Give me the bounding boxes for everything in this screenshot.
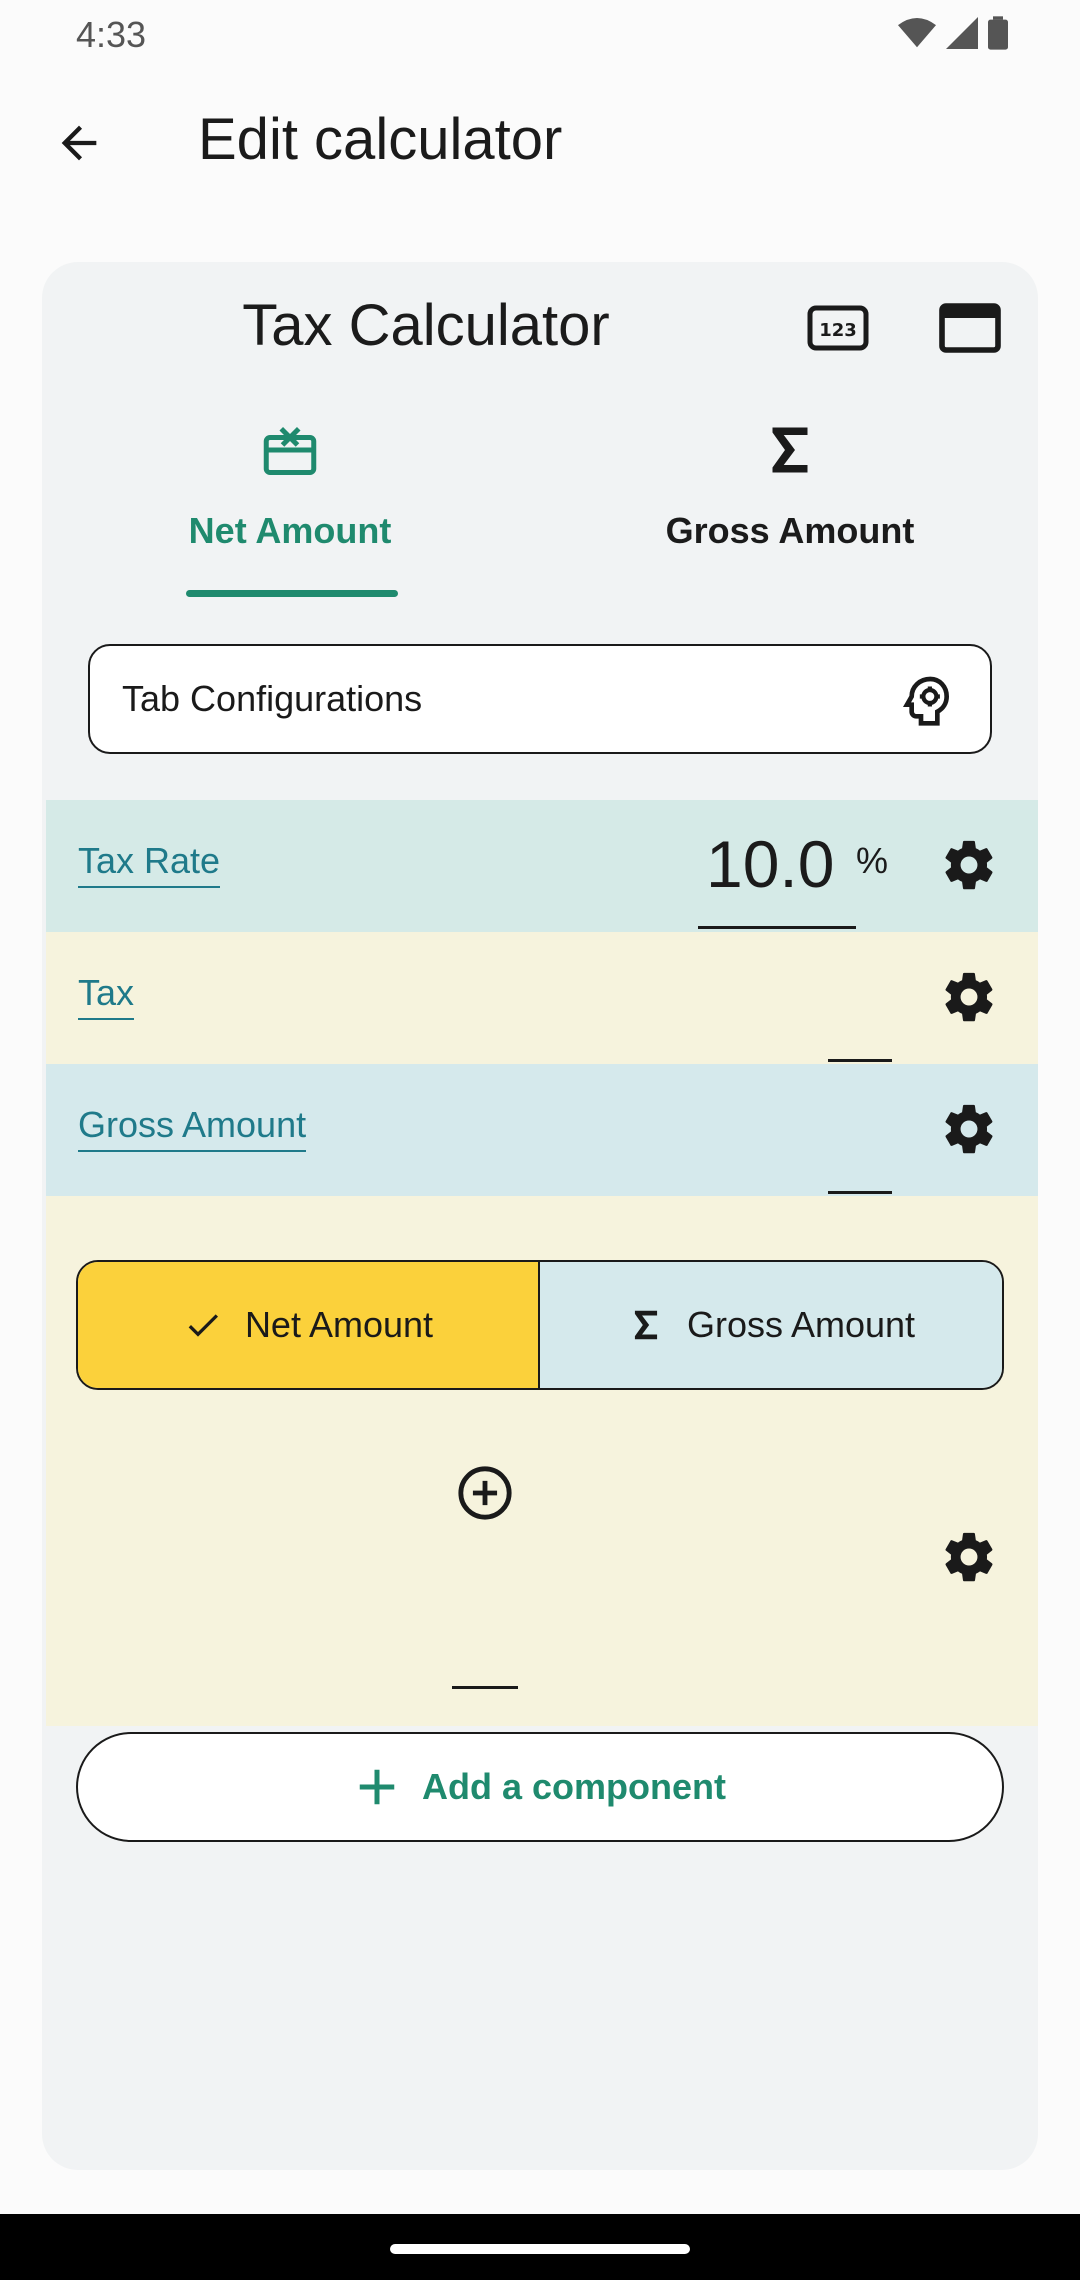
tab-configurations-label: Tab Configurations <box>122 678 423 719</box>
tax-rate-label[interactable]: Tax Rate <box>78 840 221 888</box>
tax-rate-unit: % <box>856 840 889 881</box>
add-circle-icon[interactable] <box>456 1464 514 1522</box>
check-icon <box>188 1314 218 1337</box>
toggle-gross-amount[interactable]: Gross Amount <box>540 1262 1002 1388</box>
row-spacer <box>46 1196 1038 1260</box>
gross-amount-input-underline[interactable] <box>828 1191 892 1194</box>
tab-gross-amount-label: Gross Amount <box>665 510 915 551</box>
gross-amount-label[interactable]: Gross Amount <box>78 1104 307 1152</box>
tax-label[interactable]: Tax <box>78 972 135 1020</box>
window-button[interactable] <box>938 300 1002 356</box>
page-title: Edit calculator <box>198 107 563 172</box>
toggle-net-amount-label: Net Amount <box>244 1304 434 1345</box>
gear-icon[interactable] <box>940 836 998 894</box>
tax-input-underline[interactable] <box>828 1059 892 1062</box>
tax-rate-input-underline <box>698 926 856 929</box>
component-input-underline[interactable] <box>452 1686 518 1689</box>
toggle-net-amount[interactable]: Net Amount <box>78 1262 540 1388</box>
home-gesture-handle[interactable] <box>390 2244 690 2254</box>
numbers-icon: 123 <box>807 305 869 351</box>
tab-configurations-field[interactable]: Tab Configurations <box>88 644 992 754</box>
plus-icon <box>359 1769 395 1805</box>
gear-icon[interactable] <box>940 968 998 1026</box>
window-icon <box>939 303 1001 353</box>
tab-net-amount[interactable]: Net Amount <box>140 420 440 600</box>
psychology-icon[interactable] <box>900 670 956 730</box>
status-icons <box>898 16 1008 50</box>
calculator-title[interactable]: Tax Calculator <box>0 292 852 359</box>
sigma-icon <box>772 427 808 473</box>
status-time: 4:33 <box>76 14 147 55</box>
svg-text:123: 123 <box>819 320 857 341</box>
tax-rate-value[interactable]: 10.0 <box>706 826 834 902</box>
empty-component-row <box>46 1390 1038 1726</box>
tab-gross-amount[interactable]: Gross Amount <box>640 420 940 600</box>
sigma-icon <box>634 1310 658 1340</box>
tax-row <box>46 932 1038 1064</box>
add-component-button[interactable]: Add a component <box>76 1732 1004 1842</box>
battery-icon <box>988 16 1008 50</box>
back-button[interactable] <box>44 108 114 178</box>
arrow-back-icon <box>61 125 97 161</box>
add-component-label: Add a component <box>422 1766 726 1807</box>
keypad-button[interactable]: 123 <box>806 300 870 356</box>
tab-indicator <box>186 590 398 597</box>
toggle-gross-amount-label: Gross Amount <box>686 1304 916 1345</box>
wifi-icon <box>898 17 936 48</box>
card-giftcard-icon <box>263 426 317 475</box>
tab-net-amount-label: Net Amount <box>188 510 392 551</box>
gear-icon[interactable] <box>940 1528 998 1586</box>
gear-icon[interactable] <box>940 1100 998 1158</box>
amount-toggle: Net Amount Gross Amount <box>76 1260 1004 1390</box>
signal-icon <box>946 17 978 49</box>
